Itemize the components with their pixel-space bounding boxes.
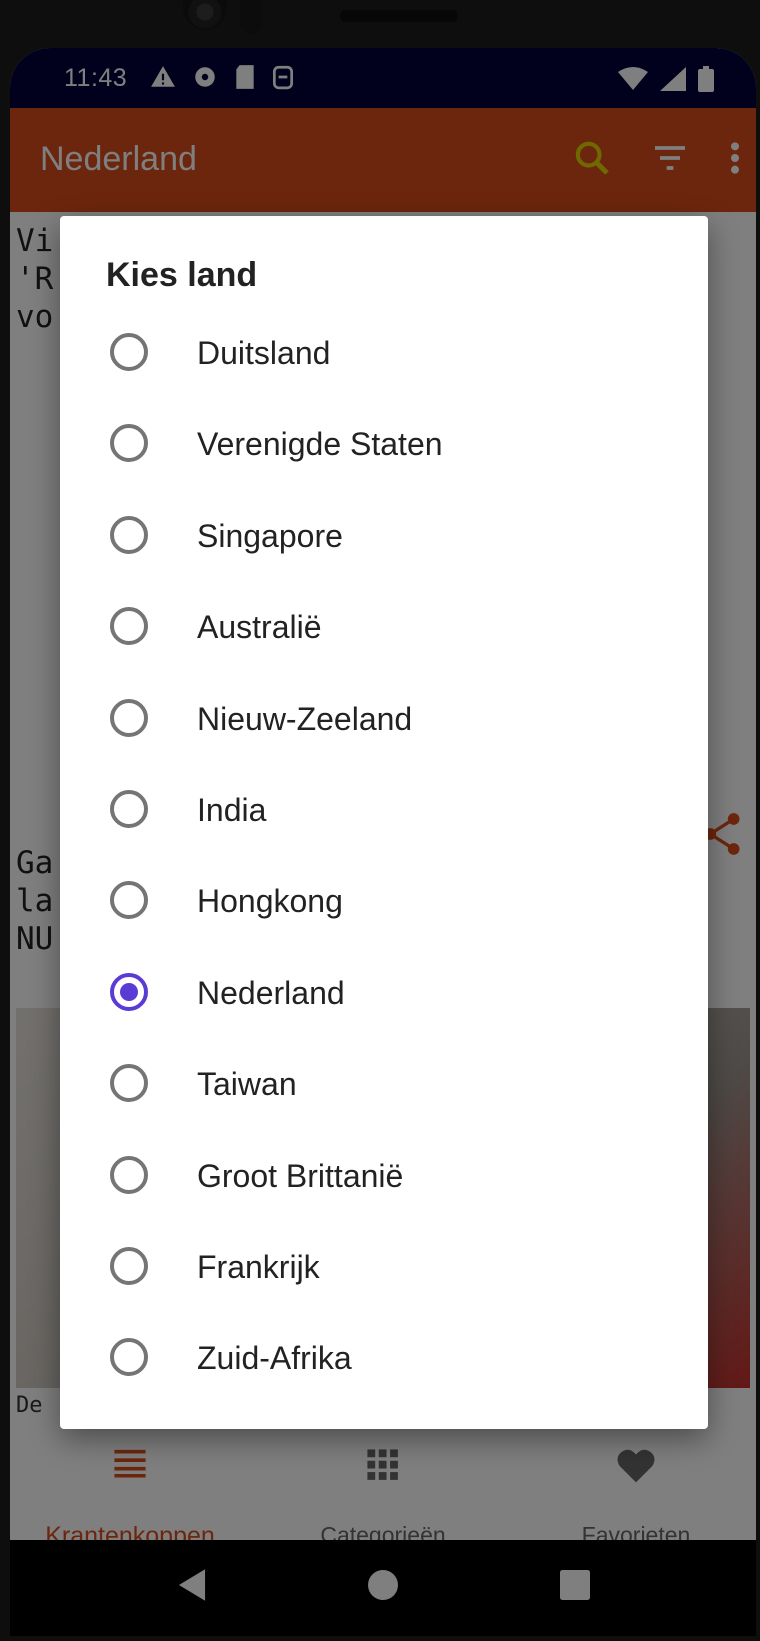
country-option[interactable]: Singapore <box>60 489 708 580</box>
radio-button[interactable] <box>110 789 148 828</box>
country-options: Duitsland Verenigde Staten Singapore Aus… <box>60 306 708 1403</box>
country-option[interactable]: Hongkong <box>60 854 708 945</box>
option-label: Verenigde Staten <box>197 426 443 463</box>
country-option[interactable]: Australië <box>60 580 708 671</box>
country-option[interactable]: India <box>60 763 708 854</box>
country-option[interactable]: Nieuw-Zeeland <box>60 672 708 763</box>
country-option[interactable]: Verenigde Staten <box>60 397 708 488</box>
option-label: Hongkong <box>197 883 343 920</box>
option-label: India <box>197 791 267 828</box>
radio-button[interactable] <box>110 1155 148 1194</box>
option-label: Frankrijk <box>197 1248 320 1285</box>
option-label: Nederland <box>197 974 345 1011</box>
option-label: Taiwan <box>197 1066 297 1103</box>
radio-button[interactable] <box>110 1338 148 1377</box>
country-option[interactable]: Groot Brittanië <box>60 1129 708 1220</box>
radio-button[interactable] <box>110 1064 148 1103</box>
option-label: Australië <box>197 609 322 646</box>
country-option[interactable]: Zuid-Afrika <box>60 1311 708 1402</box>
radio-button[interactable] <box>110 698 148 737</box>
radio-button[interactable] <box>110 881 148 920</box>
radio-button[interactable] <box>110 515 148 554</box>
option-label: Zuid-Afrika <box>197 1340 352 1377</box>
country-option[interactable]: Nederland <box>60 946 708 1037</box>
country-option[interactable]: Duitsland <box>60 306 708 397</box>
radio-button[interactable] <box>110 424 148 463</box>
option-label: Nieuw-Zeeland <box>197 700 413 737</box>
radio-button[interactable] <box>110 607 148 646</box>
option-label: Groot Brittanië <box>197 1157 404 1194</box>
option-label: Duitsland <box>197 335 331 371</box>
country-option[interactable]: Taiwan <box>60 1037 708 1128</box>
radio-button[interactable] <box>110 333 148 371</box>
option-label: Singapore <box>197 517 343 554</box>
country-picker-dialog: Kies land Duitsland Verenigde Staten Sin… <box>60 216 708 1429</box>
radio-button[interactable] <box>110 972 148 1011</box>
radio-button[interactable] <box>110 1246 148 1285</box>
dialog-title: Kies land <box>106 256 258 294</box>
country-option[interactable]: Frankrijk <box>60 1220 708 1311</box>
